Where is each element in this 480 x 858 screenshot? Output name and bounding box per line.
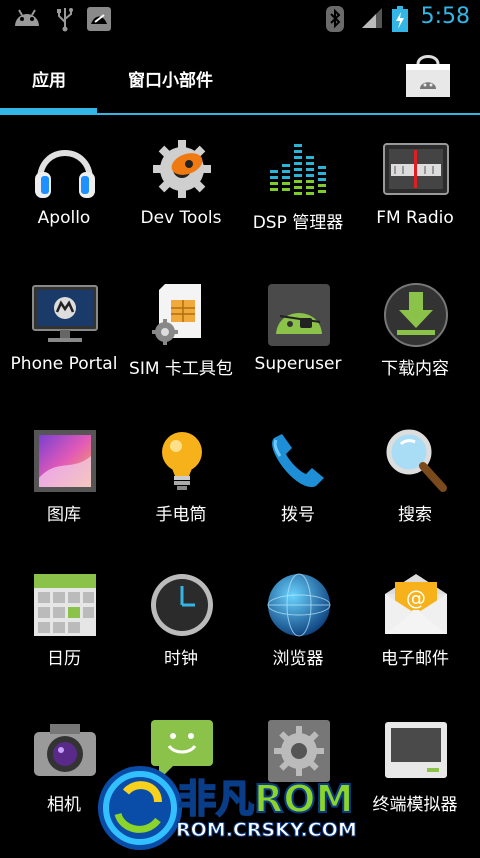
tab-apps[interactable]: 应用 bbox=[32, 66, 66, 91]
app-downloads[interactable]: 下载内容 bbox=[356, 282, 474, 422]
app-label: Superuser bbox=[254, 354, 342, 374]
battery-charging-icon bbox=[392, 6, 408, 32]
clock-icon bbox=[151, 574, 213, 636]
app-dev-tools[interactable]: Dev Tools bbox=[122, 136, 240, 276]
radio-icon bbox=[383, 143, 449, 195]
monitor-icon bbox=[32, 285, 98, 342]
calendar-icon bbox=[34, 574, 96, 636]
tab-bar: 应用 窗口小部件 bbox=[0, 38, 480, 116]
app-label: FM Radio bbox=[376, 208, 454, 228]
android-notification-icon bbox=[15, 9, 39, 26]
app-apollo[interactable]: Apollo bbox=[5, 136, 123, 276]
app-search[interactable]: 搜索 bbox=[356, 428, 474, 568]
gallery-icon bbox=[34, 430, 96, 492]
globe-icon bbox=[267, 573, 331, 637]
android-pirate-icon bbox=[268, 284, 330, 346]
tab-divider bbox=[0, 113, 480, 115]
app-label: 拨号 bbox=[281, 505, 315, 525]
app-gallery[interactable]: 图库 bbox=[5, 428, 123, 568]
camera-icon bbox=[34, 724, 96, 776]
watermark-logo: 非凡ROM ROM.CRSKY.COM bbox=[98, 766, 357, 850]
tab-widgets[interactable]: 窗口小部件 bbox=[128, 66, 213, 91]
app-label: 下载内容 bbox=[381, 359, 449, 379]
app-label: SIM 卡工具包 bbox=[129, 359, 233, 379]
app-dialer[interactable]: 拨号 bbox=[239, 428, 357, 568]
app-label: Apollo bbox=[37, 208, 91, 228]
app-label: 图库 bbox=[47, 505, 81, 525]
app-label: 浏览器 bbox=[272, 649, 324, 669]
download-icon bbox=[384, 283, 448, 347]
app-label: 电子邮件 bbox=[381, 649, 449, 669]
signal-icon bbox=[362, 8, 382, 28]
sim-card-icon bbox=[152, 284, 201, 345]
app-label: 时钟 bbox=[164, 649, 198, 669]
magnifier-icon bbox=[386, 429, 447, 492]
app-label: Phone Portal bbox=[10, 354, 118, 374]
app-label: 搜索 bbox=[398, 505, 432, 525]
app-email[interactable]: @ 电子邮件 bbox=[356, 572, 474, 712]
gear-tools-icon bbox=[153, 140, 211, 198]
status-bar: 5:58 bbox=[0, 0, 480, 38]
app-flashlight[interactable]: 手电筒 bbox=[122, 428, 240, 568]
app-label: Dev Tools bbox=[140, 208, 222, 228]
app-phone-portal[interactable]: Phone Portal bbox=[5, 282, 123, 422]
watermark-url: ROM.CRSKY.COM bbox=[176, 819, 357, 841]
lightbulb-icon bbox=[162, 432, 202, 490]
app-fm-radio[interactable]: FM Radio bbox=[356, 136, 474, 276]
play-store-icon[interactable] bbox=[404, 52, 452, 98]
headphones-icon bbox=[35, 150, 95, 198]
app-label: DSP 管理器 bbox=[252, 213, 344, 233]
phone-icon bbox=[272, 434, 324, 488]
app-sim-toolkit[interactable]: SIM 卡工具包 bbox=[122, 282, 240, 422]
watermark-brand: 非凡ROM bbox=[178, 777, 353, 821]
svg-text:@: @ bbox=[406, 586, 426, 610]
app-label: 日历 bbox=[47, 649, 81, 669]
app-dsp-manager[interactable]: DSP 管理器 bbox=[239, 136, 357, 276]
clock-time: 5:58 bbox=[420, 4, 470, 29]
app-browser[interactable]: 浏览器 bbox=[239, 572, 357, 712]
equalizer-icon bbox=[270, 144, 326, 195]
app-label: 手电筒 bbox=[155, 505, 207, 525]
debug-icon bbox=[87, 7, 111, 31]
app-calendar[interactable]: 日历 bbox=[5, 572, 123, 712]
email-icon: @ bbox=[385, 574, 447, 634]
app-superuser[interactable]: Superuser bbox=[239, 282, 357, 422]
app-clock[interactable]: 时钟 bbox=[122, 572, 240, 712]
usb-icon bbox=[57, 8, 73, 32]
bluetooth-icon bbox=[326, 6, 344, 32]
